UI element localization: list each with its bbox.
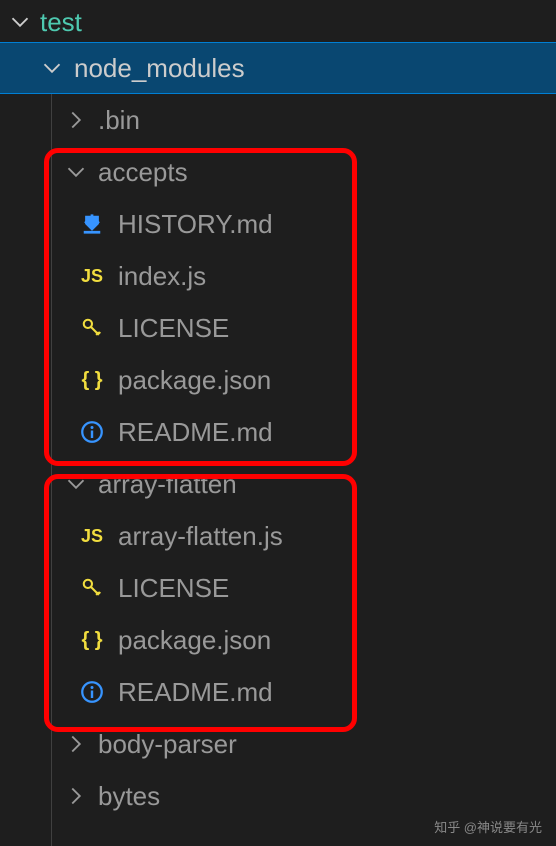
folder-accepts[interactable]: accepts <box>0 146 556 198</box>
watermark: 知乎 @神说要有光 <box>434 817 542 836</box>
file-index-js[interactable]: JS index.js <box>0 250 556 302</box>
folder-bin[interactable]: .bin <box>0 94 556 146</box>
file-package-json[interactable]: { } package.json <box>0 354 556 406</box>
file-label: README.md <box>118 417 273 448</box>
key-icon <box>78 314 106 342</box>
folder-label: test <box>40 7 82 38</box>
chevron-down-icon <box>64 160 88 184</box>
chevron-right-icon <box>64 108 88 132</box>
chevron-down-icon <box>64 472 88 496</box>
key-icon <box>78 574 106 602</box>
file-history-md[interactable]: HISTORY.md <box>0 198 556 250</box>
js-icon: JS <box>78 262 106 290</box>
file-package-json-2[interactable]: { } package.json <box>0 614 556 666</box>
file-readme-md[interactable]: README.md <box>0 406 556 458</box>
file-array-flatten-js[interactable]: JS array-flatten.js <box>0 510 556 562</box>
file-label: package.json <box>118 365 271 396</box>
folder-array-flatten[interactable]: array-flatten <box>0 458 556 510</box>
folder-label: array-flatten <box>98 469 237 500</box>
file-license[interactable]: LICENSE <box>0 302 556 354</box>
file-label: LICENSE <box>118 573 229 604</box>
js-icon: JS <box>78 522 106 550</box>
folder-label: accepts <box>98 157 188 188</box>
folder-label: .bin <box>98 105 140 136</box>
file-label: LICENSE <box>118 313 229 344</box>
info-icon <box>78 418 106 446</box>
folder-bytes[interactable]: bytes <box>0 770 556 822</box>
file-label: README.md <box>118 677 273 708</box>
json-icon: { } <box>78 626 106 654</box>
file-license-2[interactable]: LICENSE <box>0 562 556 614</box>
json-icon: { } <box>78 366 106 394</box>
info-icon <box>78 678 106 706</box>
file-label: index.js <box>118 261 206 292</box>
chevron-right-icon <box>64 732 88 756</box>
folder-test[interactable]: test <box>0 2 556 42</box>
file-tree: test node_modules .bin accepts HISTORY.m… <box>0 0 556 822</box>
folder-label: body-parser <box>98 729 237 760</box>
chevron-down-icon <box>40 56 64 80</box>
file-label: HISTORY.md <box>118 209 273 240</box>
file-label: array-flatten.js <box>118 521 283 552</box>
folder-node-modules[interactable]: node_modules <box>0 42 556 94</box>
folder-body-parser[interactable]: body-parser <box>0 718 556 770</box>
chevron-right-icon <box>64 784 88 808</box>
file-readme-md-2[interactable]: README.md <box>0 666 556 718</box>
folder-label: node_modules <box>74 53 245 84</box>
file-label: package.json <box>118 625 271 656</box>
arrow-down-icon <box>78 210 106 238</box>
folder-label: bytes <box>98 781 160 812</box>
chevron-down-icon <box>8 10 32 34</box>
